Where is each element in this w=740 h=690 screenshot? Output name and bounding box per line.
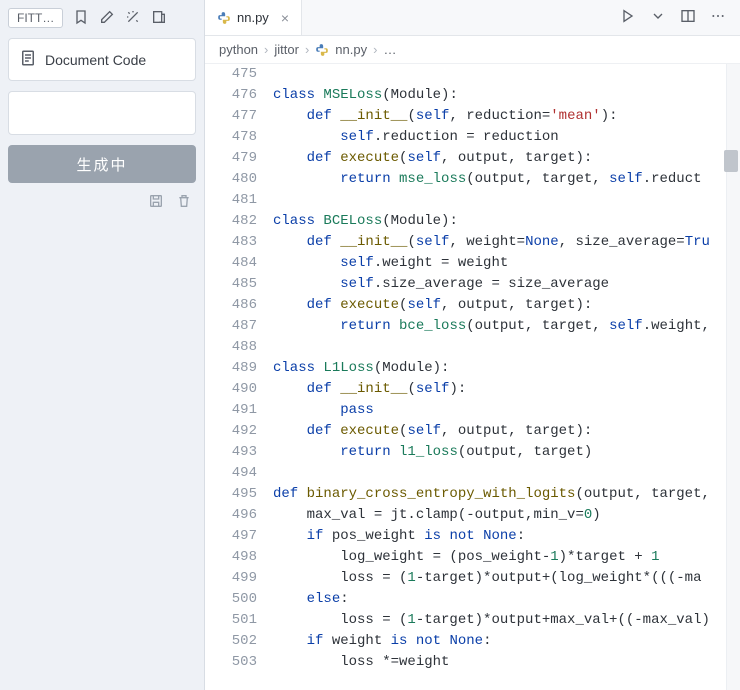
code-line[interactable]: def execute(self, output, target): — [273, 421, 740, 442]
code-line[interactable]: log_weight = (pos_weight-1)*target + 1 — [273, 547, 740, 568]
line-number: 487 — [205, 316, 257, 337]
tabbar-actions — [620, 8, 740, 27]
line-number: 500 — [205, 589, 257, 610]
line-number: 498 — [205, 547, 257, 568]
line-number: 485 — [205, 274, 257, 295]
sidebar-item-label: Document Code — [45, 52, 146, 68]
generate-button[interactable]: 生成中 — [8, 145, 196, 183]
chevron-down-icon[interactable] — [650, 8, 666, 27]
line-number: 484 — [205, 253, 257, 274]
sidebar-item-document-code[interactable]: Document Code — [8, 38, 196, 81]
wand-icon[interactable] — [125, 9, 141, 28]
line-number: 479 — [205, 148, 257, 169]
code-line[interactable]: return bce_loss(output, target, self.wei… — [273, 316, 740, 337]
sidebar: FITT… Document Code 生成中 — [0, 0, 205, 690]
line-number: 496 — [205, 505, 257, 526]
line-number: 481 — [205, 190, 257, 211]
tab-label: nn.py — [237, 10, 269, 25]
code-line[interactable]: if pos_weight is not None: — [273, 526, 740, 547]
sidebar-tab-label: FITT… — [17, 11, 54, 25]
breadcrumb-item[interactable]: jittor — [274, 42, 299, 57]
sidebar-input[interactable] — [8, 91, 196, 135]
code-line[interactable]: return mse_loss(output, target, self.red… — [273, 169, 740, 190]
code-line[interactable] — [273, 337, 740, 358]
close-icon[interactable]: × — [281, 10, 289, 26]
save-icon[interactable] — [148, 193, 164, 212]
line-number: 492 — [205, 421, 257, 442]
more-icon[interactable] — [710, 8, 726, 27]
breadcrumb[interactable]: python › jittor › nn.py › … — [205, 36, 740, 64]
line-number: 489 — [205, 358, 257, 379]
code-line[interactable]: else: — [273, 589, 740, 610]
line-number: 488 — [205, 337, 257, 358]
code-area[interactable]: class MSELoss(Module): def __init__(self… — [267, 64, 740, 690]
sidebar-tab[interactable]: FITT… — [8, 8, 63, 28]
line-number: 491 — [205, 400, 257, 421]
scrollbar-thumb[interactable] — [724, 150, 738, 172]
line-number: 494 — [205, 463, 257, 484]
code-line[interactable]: return l1_loss(output, target) — [273, 442, 740, 463]
run-icon[interactable] — [620, 8, 636, 27]
code-line[interactable] — [273, 463, 740, 484]
python-icon — [217, 11, 231, 25]
breadcrumb-item[interactable]: python — [219, 42, 258, 57]
bookmark-icon[interactable] — [73, 9, 89, 28]
code-line[interactable] — [273, 64, 740, 85]
line-number: 478 — [205, 127, 257, 148]
code-line[interactable]: class MSELoss(Module): — [273, 85, 740, 106]
line-number: 486 — [205, 295, 257, 316]
document-icon — [19, 49, 37, 70]
line-number: 490 — [205, 379, 257, 400]
chevron-right-icon: › — [373, 42, 377, 57]
code-line[interactable]: class L1Loss(Module): — [273, 358, 740, 379]
line-number: 493 — [205, 442, 257, 463]
main: nn.py × python › jittor › nn.py › … 4754… — [205, 0, 740, 690]
chevron-right-icon: › — [264, 42, 268, 57]
sidebar-icon-group — [73, 9, 167, 28]
line-number: 495 — [205, 484, 257, 505]
code-line[interactable]: def execute(self, output, target): — [273, 148, 740, 169]
tabbar: nn.py × — [205, 0, 740, 36]
line-number: 501 — [205, 610, 257, 631]
line-number: 483 — [205, 232, 257, 253]
line-number: 475 — [205, 64, 257, 85]
code-line[interactable]: pass — [273, 400, 740, 421]
code-line[interactable]: def execute(self, output, target): — [273, 295, 740, 316]
code-editor[interactable]: 4754764774784794804814824834844854864874… — [205, 64, 740, 690]
line-number: 482 — [205, 211, 257, 232]
code-line[interactable]: self.size_average = size_average — [273, 274, 740, 295]
code-line[interactable]: def __init__(self): — [273, 379, 740, 400]
code-line[interactable]: self.reduction = reduction — [273, 127, 740, 148]
code-line[interactable]: if weight is not None: — [273, 631, 740, 652]
code-line[interactable]: class BCELoss(Module): — [273, 211, 740, 232]
code-line[interactable]: def binary_cross_entropy_with_logits(out… — [273, 484, 740, 505]
code-line[interactable]: loss = (1-target)*output+max_val+((-max_… — [273, 610, 740, 631]
line-number: 480 — [205, 169, 257, 190]
code-line[interactable]: loss = (1-target)*output+(log_weight*(((… — [273, 568, 740, 589]
edit-icon[interactable] — [99, 9, 115, 28]
line-number-gutter: 4754764774784794804814824834844854864874… — [205, 64, 267, 690]
tab-nn-py[interactable]: nn.py × — [205, 0, 302, 35]
breadcrumb-item[interactable]: … — [383, 42, 396, 57]
line-number: 503 — [205, 652, 257, 673]
code-line[interactable]: def __init__(self, reduction='mean'): — [273, 106, 740, 127]
split-editor-icon[interactable] — [680, 8, 696, 27]
code-line[interactable]: self.weight = weight — [273, 253, 740, 274]
python-icon — [315, 43, 329, 57]
line-number: 476 — [205, 85, 257, 106]
code-line[interactable] — [273, 190, 740, 211]
line-number: 477 — [205, 106, 257, 127]
trash-icon[interactable] — [176, 193, 192, 212]
sidebar-bottom-icons — [8, 183, 196, 222]
line-number: 497 — [205, 526, 257, 547]
line-number: 502 — [205, 631, 257, 652]
line-number: 499 — [205, 568, 257, 589]
export-icon[interactable] — [151, 9, 167, 28]
breadcrumb-item[interactable]: nn.py — [335, 42, 367, 57]
code-line[interactable]: loss *=weight — [273, 652, 740, 673]
sidebar-top-row: FITT… — [8, 6, 196, 38]
code-line[interactable]: max_val = jt.clamp(-output,min_v=0) — [273, 505, 740, 526]
code-line[interactable]: def __init__(self, weight=None, size_ave… — [273, 232, 740, 253]
chevron-right-icon: › — [305, 42, 309, 57]
